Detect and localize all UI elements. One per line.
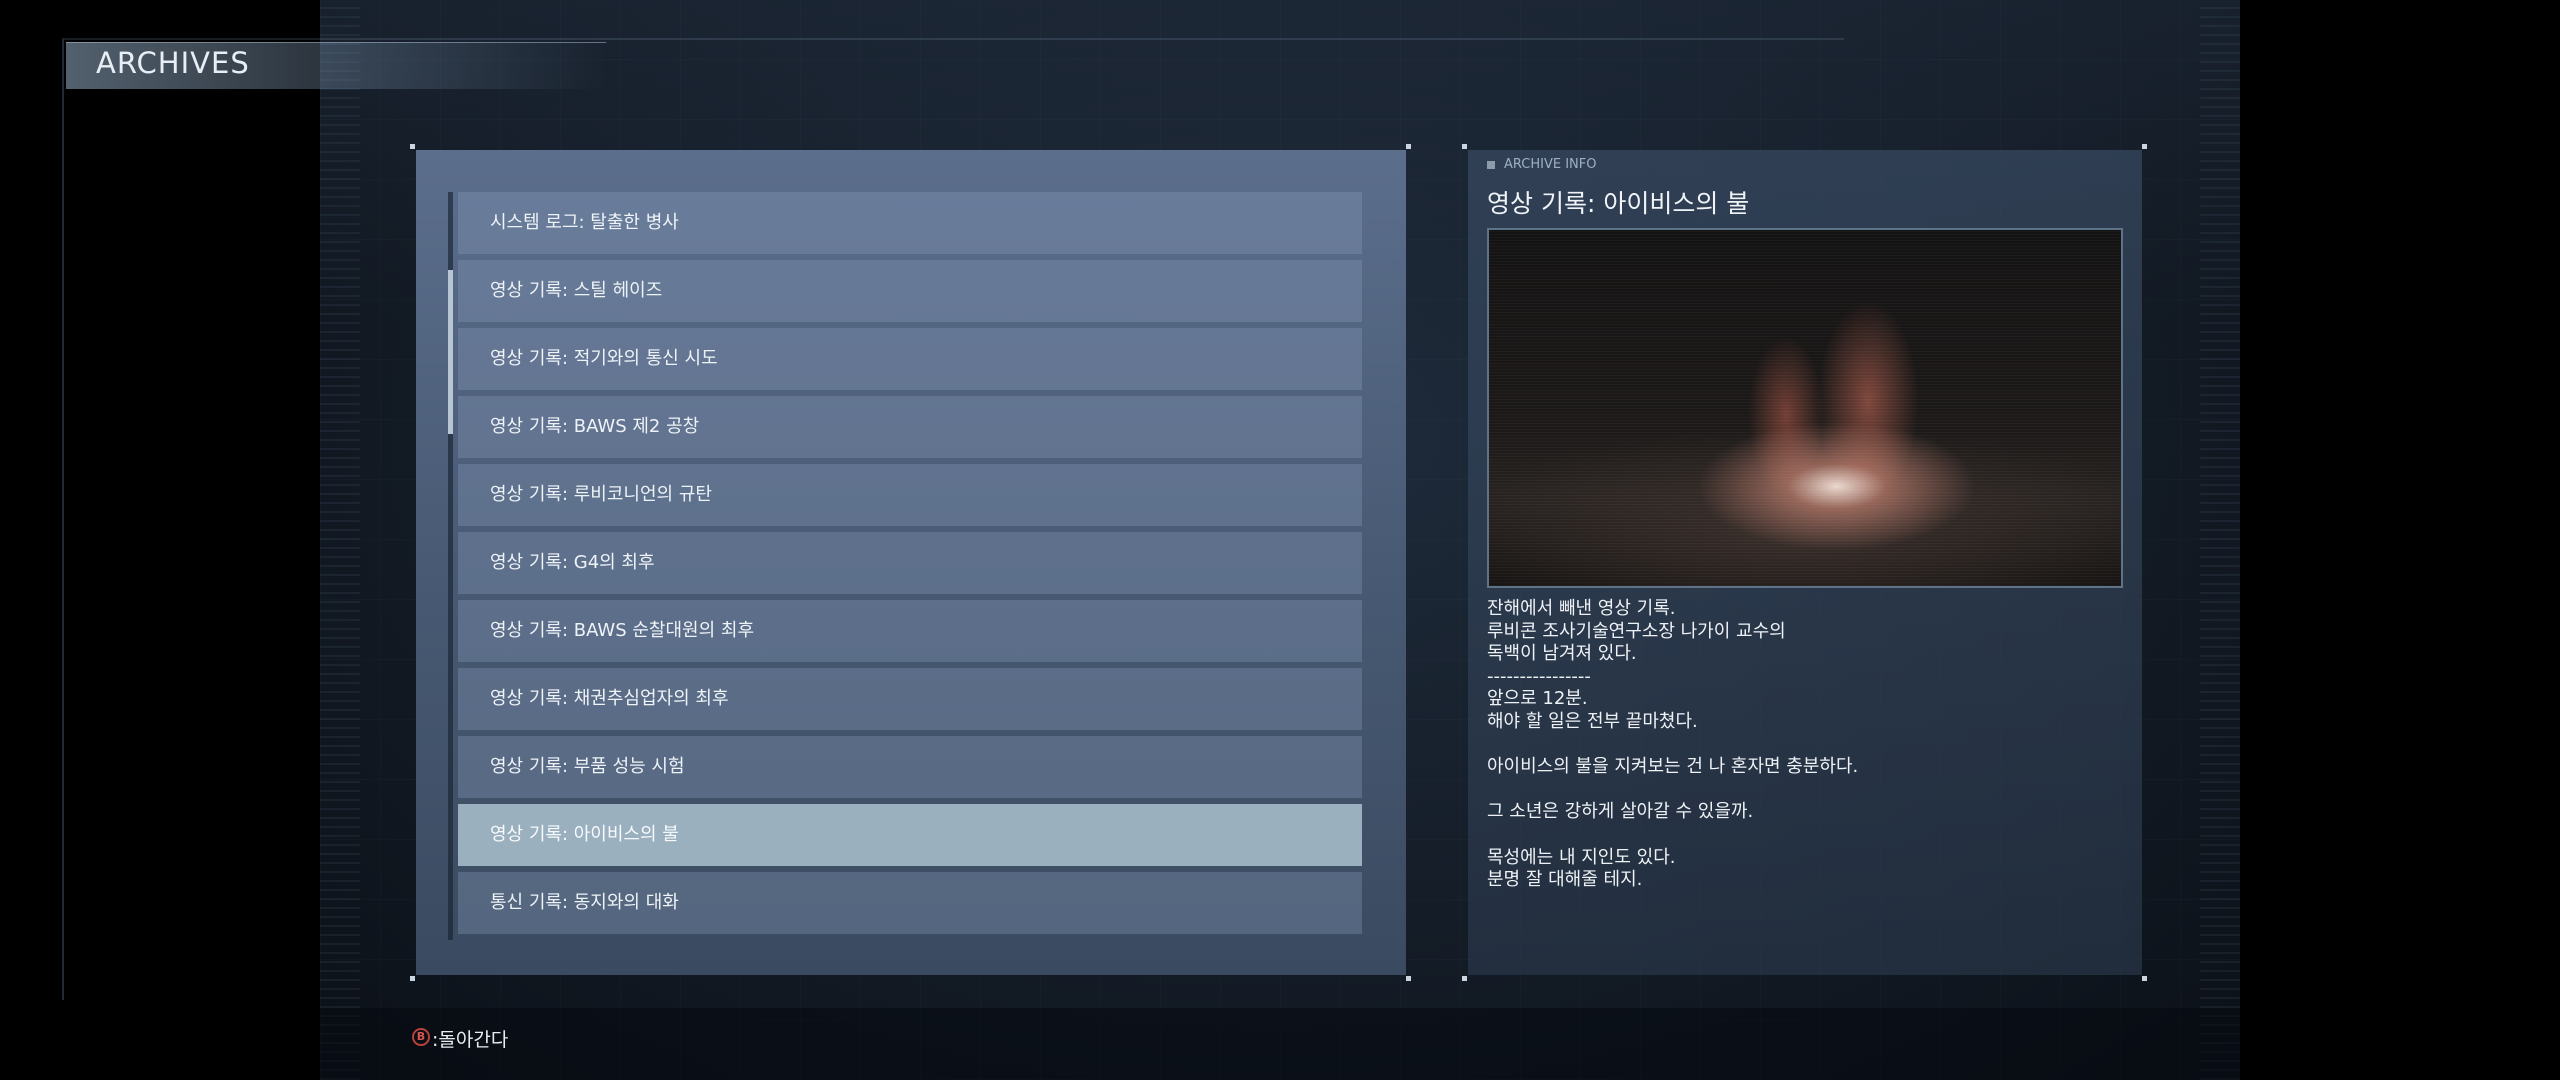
b-button-icon[interactable]: B (412, 1028, 430, 1046)
archive-list-item[interactable]: 영상 기록: BAWS 제2 공창 (458, 396, 1362, 458)
corner-marker (2142, 976, 2147, 981)
archive-list-item[interactable]: 통신 기록: 동지와의 대화 (458, 872, 1362, 934)
archive-info-title: 영상 기록: 아이비스의 불 (1487, 189, 1750, 218)
archive-list-item[interactable]: 영상 기록: 스틸 헤이즈 (458, 260, 1362, 322)
right-edge-decoration (2200, 0, 2240, 1080)
archive-list-item[interactable]: 영상 기록: 채권추심업자의 최후 (458, 668, 1362, 730)
archive-list-item[interactable]: 영상 기록: 부품 성능 시험 (458, 736, 1362, 798)
description-line: 해야 할 일은 전부 끝마쳤다. (1487, 710, 1698, 732)
page-title: ARCHIVES (96, 46, 250, 80)
description-line (1487, 824, 2107, 847)
back-button-label[interactable]: :돌아간다 (432, 1025, 508, 1052)
description-line: 분명 잘 대해줄 테지. (1487, 869, 1643, 891)
description-line: ---------------- (1487, 665, 1591, 687)
description-line: 앞으로 12분. (1487, 688, 1588, 710)
square-bullet-icon (1487, 161, 1495, 169)
game-screen: ARCHIVES 시스템 로그: 탈출한 병사 영상 기록: 스틸 헤이즈 영상 기… (0, 0, 2560, 1080)
corner-marker (1406, 144, 1411, 149)
archive-preview-image (1487, 228, 2123, 588)
description-line: 그 소년은 강하게 살아갈 수 있을까. (1487, 801, 1754, 823)
corner-marker (410, 976, 415, 981)
description-line: 독백이 남겨져 있다. (1487, 643, 1637, 665)
corner-marker (1462, 144, 1467, 149)
bottom-bar (320, 1008, 2240, 1080)
corner-marker (1406, 976, 1411, 981)
archive-list-item[interactable]: 영상 기록: BAWS 순찰대원의 최후 (458, 600, 1362, 662)
description-line (1487, 734, 2107, 757)
description-line: 목성에는 내 지인도 있다. (1487, 846, 1676, 868)
description-line: 아이비스의 불을 지켜보는 건 나 혼자면 충분하다. (1487, 756, 1859, 778)
archive-description: 잔해에서 빼낸 영상 기록. 루비콘 조사기술연구소장 나가이 교수의 독백이 남겨… (1487, 598, 2107, 892)
description-line (1487, 779, 2107, 802)
description-line: 잔해에서 빼낸 영상 기록. (1487, 598, 1676, 619)
archive-list-item[interactable]: 시스템 로그: 탈출한 병사 (458, 192, 1362, 254)
archive-list-item[interactable]: 영상 기록: 아이비스의 불 (458, 804, 1362, 866)
description-line: 루비콘 조사기술연구소장 나가이 교수의 (1487, 620, 1786, 642)
corner-marker (1462, 976, 1467, 981)
corner-marker (2142, 144, 2147, 149)
archive-list-item[interactable]: 영상 기록: G4의 최후 (458, 532, 1362, 594)
list-scrollbar-thumb[interactable] (448, 270, 453, 434)
corner-marker (410, 144, 415, 149)
archive-list-item[interactable]: 영상 기록: 적기와의 통신 시도 (458, 328, 1362, 390)
archive-info-tag: ARCHIVE INFO (1504, 157, 1597, 172)
archive-list-item[interactable]: 영상 기록: 루비코니언의 규탄 (458, 464, 1362, 526)
